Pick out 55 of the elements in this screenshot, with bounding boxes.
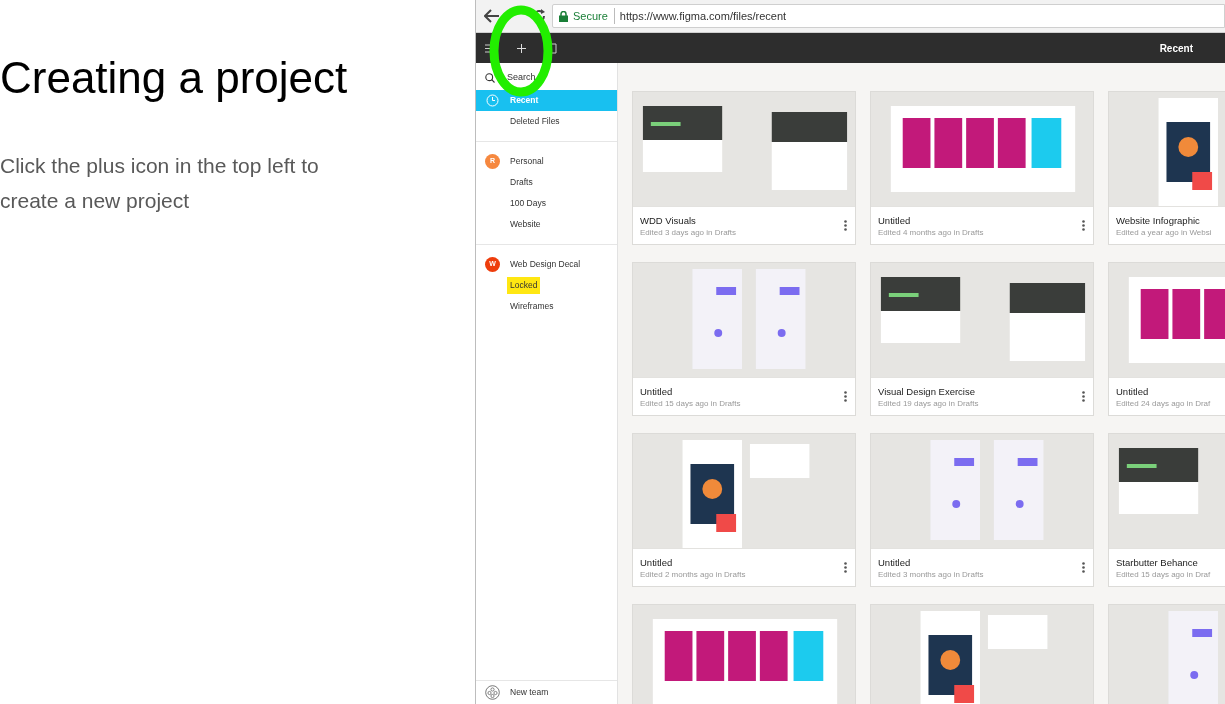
file-card[interactable]: Untitled Edited 15 days ago in Drafts [632,262,856,416]
file-card[interactable]: Starbutter Behance Edited 15 days ago in Draf [1108,433,1225,587]
more-icon[interactable] [1082,391,1085,402]
file-title: Website Infographic [1116,213,1201,227]
address-bar[interactable]: Secure https://www.figma.com/files/recent [552,4,1225,28]
project-item[interactable]: Wireframes [507,298,557,315]
file-meta: Edited 15 days ago in Draf [1116,568,1212,580]
url-text: https://www.figma.com/files/recent [619,8,787,24]
file-title: WDD Visuals [640,213,697,227]
more-icon[interactable] [1082,562,1085,573]
file-meta: Edited 3 days ago in Drafts [640,226,738,238]
file-card[interactable]: Untitled Edited 4 months ago in Drafts [870,91,1094,245]
file-title: Untitled [878,555,912,569]
plus-icon[interactable] [517,43,526,53]
file-meta: Edited 15 days ago in Drafts [640,397,742,409]
file-card[interactable]: Untitled Edited 24 days ago in Draf [1108,262,1225,416]
more-icon[interactable] [844,391,847,402]
file-meta: Edited 3 months ago in Drafts [878,568,985,580]
security-label: Secure [573,7,615,25]
file-title: Untitled [1116,384,1150,398]
lock-icon [559,10,568,22]
file-card[interactable]: Visual Design Exercise Edited 19 days ago in Drafts [870,262,1094,416]
project-item[interactable]: Drafts [507,174,536,191]
file-meta: Edited a year ago in Websi [1116,226,1213,238]
file-meta: Edited 2 months ago in Drafts [640,568,747,580]
sidebar-item[interactable]: Deleted Files [476,111,617,132]
team-icon [485,685,500,700]
project-item[interactable]: 100 Days [507,195,549,212]
file-card[interactable]: Untitled Edited 2 months ago in Drafts [632,433,856,587]
file-title: Untitled [878,213,912,227]
file-card[interactable]: Untitled Edited 3 months ago in Drafts [870,433,1094,587]
file-card[interactable]: WDD Visuals Edited 3 days ago in Drafts [632,91,856,245]
file-title: Untitled [640,555,674,569]
file-card[interactable]: Website Infographic Edited a year ago in Websi [1108,91,1225,245]
project-item[interactable]: Locked [507,277,541,294]
team-name[interactable]: Web Design Decal [510,258,581,271]
search-field[interactable]: Search [507,70,607,85]
more-icon[interactable] [1082,220,1085,231]
clock-icon [486,94,499,107]
search-icon [485,72,495,83]
file-title: Untitled [640,384,674,398]
file-meta: Edited 24 days ago in Draf [1116,397,1212,409]
new-team-link[interactable]: New team [510,686,549,699]
project-item[interactable]: Website [507,216,544,233]
file-title: Starbutter Behance [1116,555,1199,569]
header-title: Recent [1159,41,1193,56]
team-name[interactable]: Personal [510,155,544,168]
file-title: Visual Design Exercise [878,384,976,398]
file-meta: Edited 19 days ago in Drafts [878,397,980,409]
file-meta: Edited 4 months ago in Drafts [878,226,985,238]
more-icon[interactable] [844,562,847,573]
slide-title: Creating a project [0,52,349,104]
back-icon[interactable] [484,9,500,23]
more-icon[interactable] [844,220,847,231]
slide-text: Click the plus icon in the top left to create a new project [0,153,320,214]
